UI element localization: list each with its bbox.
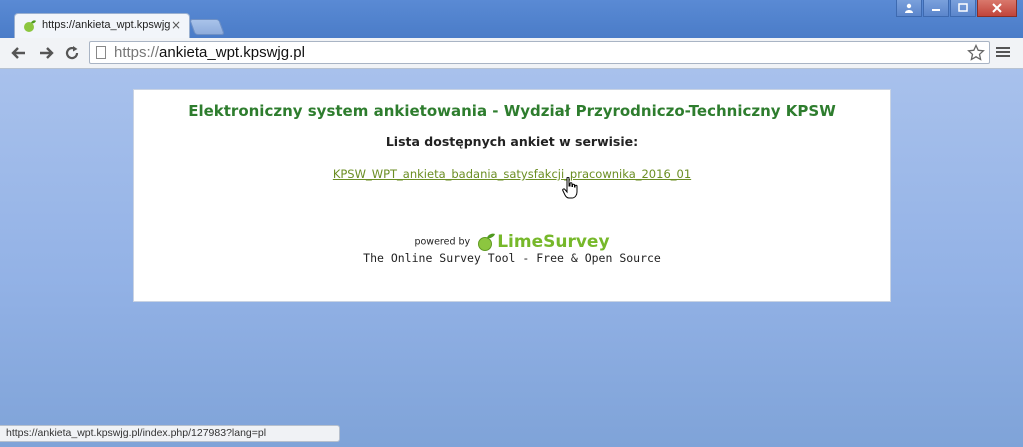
survey-link[interactable]: KPSW_WPT_ankieta_badania_satysfakcji_pra… bbox=[134, 167, 890, 181]
powered-by-text: powered by bbox=[414, 236, 471, 248]
status-bar-url: https://ankieta_wpt.kpswjg.pl/index.php/… bbox=[0, 425, 340, 442]
limesurvey-logo[interactable]: LimeSurvey bbox=[477, 232, 610, 252]
bookmark-star-icon[interactable] bbox=[967, 44, 985, 62]
address-url[interactable]: https://ankieta_wpt.kpswjg.pl bbox=[114, 44, 305, 61]
address-bar[interactable]: https://ankieta_wpt.kpswjg.pl bbox=[89, 41, 990, 64]
tab-title: https://ankieta_wpt.kpswjg.p bbox=[42, 19, 170, 31]
profile-icon[interactable] bbox=[896, 0, 922, 17]
lime-icon bbox=[478, 233, 496, 251]
back-arrow-icon[interactable] bbox=[9, 43, 29, 63]
browser-tab[interactable]: https://ankieta_wpt.kpswjg.p × bbox=[14, 13, 190, 38]
window-controls bbox=[895, 0, 1017, 18]
url-host: ankieta_wpt.kpswjg.pl bbox=[159, 44, 305, 61]
url-scheme: https:// bbox=[114, 44, 160, 61]
tab-close-icon[interactable]: × bbox=[171, 18, 181, 32]
browser-toolbar: https://ankieta_wpt.kpswjg.pl bbox=[0, 38, 1023, 69]
forward-arrow-icon[interactable] bbox=[36, 43, 56, 63]
new-tab-button[interactable] bbox=[189, 19, 225, 35]
page-icon bbox=[96, 46, 106, 59]
reload-icon[interactable] bbox=[62, 43, 82, 63]
minimize-icon[interactable] bbox=[923, 0, 949, 17]
tagline: The Online Survey Tool - Free & Open Sou… bbox=[363, 251, 661, 265]
close-window-icon[interactable] bbox=[977, 0, 1017, 17]
window-titlebar: https://ankieta_wpt.kpswjg.p × bbox=[0, 0, 1023, 38]
page-viewport: Elektroniczny system ankietowania - Wydz… bbox=[0, 69, 1023, 447]
survey-list-heading: Lista dostępnych ankiet w serwisie: bbox=[385, 134, 639, 149]
limesurvey-favicon-icon bbox=[24, 20, 36, 32]
hand-cursor-icon bbox=[562, 177, 578, 199]
maximize-icon[interactable] bbox=[950, 0, 976, 17]
powered-by-line: powered by LimeSurvey bbox=[134, 232, 890, 252]
content-card: Elektroniczny system ankietowania - Wydz… bbox=[133, 89, 891, 302]
page-title: Elektroniczny system ankietowania - Wydz… bbox=[188, 102, 836, 120]
limesurvey-logo-text: LimeSurvey bbox=[497, 232, 610, 252]
menu-icon[interactable] bbox=[996, 45, 1010, 59]
